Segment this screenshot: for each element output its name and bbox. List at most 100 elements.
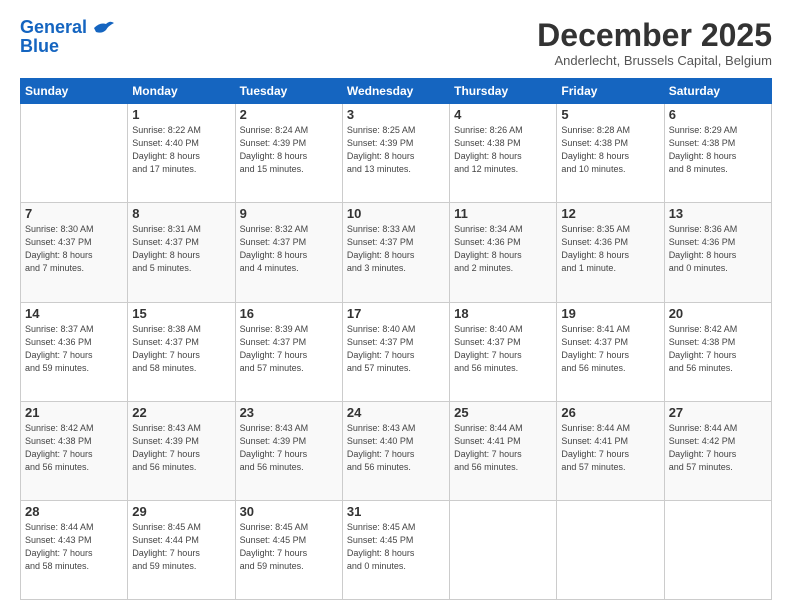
calendar-cell-w1-d4: 3 Sunrise: 8:25 AM Sunset: 4:39 PM Daylig… xyxy=(342,104,449,203)
calendar-cell-w3-d6: 19 Sunrise: 8:41 AM Sunset: 4:37 PM Dayli… xyxy=(557,302,664,401)
day-info: Sunrise: 8:42 AM Sunset: 4:38 PM Dayligh… xyxy=(25,422,123,474)
calendar-header-row: Sunday Monday Tuesday Wednesday Thursday… xyxy=(21,79,772,104)
day-number: 18 xyxy=(454,306,552,321)
day-info: Sunrise: 8:45 AM Sunset: 4:45 PM Dayligh… xyxy=(347,521,445,573)
calendar-week-2: 7Sunrise: 8:30 AM Sunset: 4:37 PM Daylig… xyxy=(21,203,772,302)
day-number: 8 xyxy=(132,206,230,221)
title-block: December 2025 Anderlecht, Brussels Capit… xyxy=(537,18,772,68)
col-sunday: Sunday xyxy=(21,79,128,104)
calendar-cell-w5-d3: 30 Sunrise: 8:45 AM Sunset: 4:45 PM Dayli… xyxy=(235,500,342,599)
calendar-week-4: 21 Sunrise: 8:42 AM Sunset: 4:38 PM Dayli… xyxy=(21,401,772,500)
day-info: Sunrise: 8:31 AM Sunset: 4:37 PM Dayligh… xyxy=(132,223,230,275)
day-info: Sunrise: 8:41 AM Sunset: 4:37 PM Dayligh… xyxy=(561,323,659,375)
day-number: 6 xyxy=(669,107,767,122)
calendar-cell-w4-d7: 27 Sunrise: 8:44 AM Sunset: 4:42 PM Dayli… xyxy=(664,401,771,500)
day-info: Sunrise: 8:35 AM Sunset: 4:36 PM Dayligh… xyxy=(561,223,659,275)
calendar-cell-w5-d4: 31Sunrise: 8:45 AM Sunset: 4:45 PM Dayli… xyxy=(342,500,449,599)
logo: General Blue xyxy=(20,18,114,57)
day-number: 14 xyxy=(25,306,123,321)
day-number: 26 xyxy=(561,405,659,420)
day-info: Sunrise: 8:28 AM Sunset: 4:38 PM Dayligh… xyxy=(561,124,659,176)
day-number: 29 xyxy=(132,504,230,519)
calendar-cell-w3-d5: 18 Sunrise: 8:40 AM Sunset: 4:37 PM Dayli… xyxy=(450,302,557,401)
header: General Blue December 2025 Anderlecht, B… xyxy=(20,18,772,68)
day-info: Sunrise: 8:25 AM Sunset: 4:39 PM Dayligh… xyxy=(347,124,445,176)
day-info: Sunrise: 8:42 AM Sunset: 4:38 PM Dayligh… xyxy=(669,323,767,375)
day-info: Sunrise: 8:40 AM Sunset: 4:37 PM Dayligh… xyxy=(347,323,445,375)
day-info: Sunrise: 8:38 AM Sunset: 4:37 PM Dayligh… xyxy=(132,323,230,375)
day-info: Sunrise: 8:44 AM Sunset: 4:41 PM Dayligh… xyxy=(454,422,552,474)
day-info: Sunrise: 8:36 AM Sunset: 4:36 PM Dayligh… xyxy=(669,223,767,275)
month-title: December 2025 xyxy=(537,18,772,53)
calendar-cell-w5-d6 xyxy=(557,500,664,599)
day-number: 20 xyxy=(669,306,767,321)
calendar-cell-w2-d4: 10Sunrise: 8:33 AM Sunset: 4:37 PM Dayli… xyxy=(342,203,449,302)
calendar-cell-w1-d6: 5 Sunrise: 8:28 AM Sunset: 4:38 PM Daylig… xyxy=(557,104,664,203)
calendar-cell-w1-d2: 1 Sunrise: 8:22 AM Sunset: 4:40 PM Daylig… xyxy=(128,104,235,203)
day-number: 21 xyxy=(25,405,123,420)
day-number: 4 xyxy=(454,107,552,122)
page: General Blue December 2025 Anderlecht, B… xyxy=(0,0,792,612)
col-friday: Friday xyxy=(557,79,664,104)
calendar-week-5: 28Sunrise: 8:44 AM Sunset: 4:43 PM Dayli… xyxy=(21,500,772,599)
day-number: 30 xyxy=(240,504,338,519)
calendar-table: Sunday Monday Tuesday Wednesday Thursday… xyxy=(20,78,772,600)
day-number: 12 xyxy=(561,206,659,221)
day-number: 9 xyxy=(240,206,338,221)
day-number: 24 xyxy=(347,405,445,420)
calendar-cell-w2-d3: 9 Sunrise: 8:32 AM Sunset: 4:37 PM Daylig… xyxy=(235,203,342,302)
col-thursday: Thursday xyxy=(450,79,557,104)
day-info: Sunrise: 8:43 AM Sunset: 4:40 PM Dayligh… xyxy=(347,422,445,474)
day-number: 15 xyxy=(132,306,230,321)
day-info: Sunrise: 8:34 AM Sunset: 4:36 PM Dayligh… xyxy=(454,223,552,275)
day-info: Sunrise: 8:40 AM Sunset: 4:37 PM Dayligh… xyxy=(454,323,552,375)
calendar-cell-w1-d3: 2 Sunrise: 8:24 AM Sunset: 4:39 PM Daylig… xyxy=(235,104,342,203)
day-info: Sunrise: 8:45 AM Sunset: 4:45 PM Dayligh… xyxy=(240,521,338,573)
day-number: 5 xyxy=(561,107,659,122)
calendar-cell-w4-d1: 21 Sunrise: 8:42 AM Sunset: 4:38 PM Dayli… xyxy=(21,401,128,500)
day-info: Sunrise: 8:44 AM Sunset: 4:42 PM Dayligh… xyxy=(669,422,767,474)
calendar-week-3: 14 Sunrise: 8:37 AM Sunset: 4:36 PM Dayli… xyxy=(21,302,772,401)
logo-blue: Blue xyxy=(20,36,59,57)
calendar-cell-w5-d5 xyxy=(450,500,557,599)
calendar-cell-w2-d2: 8 Sunrise: 8:31 AM Sunset: 4:37 PM Daylig… xyxy=(128,203,235,302)
calendar-cell-w3-d2: 15 Sunrise: 8:38 AM Sunset: 4:37 PM Dayli… xyxy=(128,302,235,401)
day-number: 3 xyxy=(347,107,445,122)
day-info: Sunrise: 8:43 AM Sunset: 4:39 PM Dayligh… xyxy=(132,422,230,474)
day-number: 23 xyxy=(240,405,338,420)
calendar-week-1: 1 Sunrise: 8:22 AM Sunset: 4:40 PM Daylig… xyxy=(21,104,772,203)
day-info: Sunrise: 8:24 AM Sunset: 4:39 PM Dayligh… xyxy=(240,124,338,176)
day-number: 28 xyxy=(25,504,123,519)
calendar-cell-w4-d2: 22 Sunrise: 8:43 AM Sunset: 4:39 PM Dayli… xyxy=(128,401,235,500)
day-number: 22 xyxy=(132,405,230,420)
calendar-cell-w1-d5: 4Sunrise: 8:26 AM Sunset: 4:38 PM Daylig… xyxy=(450,104,557,203)
day-number: 19 xyxy=(561,306,659,321)
calendar-cell-w4-d6: 26Sunrise: 8:44 AM Sunset: 4:41 PM Dayli… xyxy=(557,401,664,500)
calendar-cell-w2-d5: 11Sunrise: 8:34 AM Sunset: 4:36 PM Dayli… xyxy=(450,203,557,302)
calendar-cell-w2-d7: 13Sunrise: 8:36 AM Sunset: 4:36 PM Dayli… xyxy=(664,203,771,302)
day-info: Sunrise: 8:22 AM Sunset: 4:40 PM Dayligh… xyxy=(132,124,230,176)
col-wednesday: Wednesday xyxy=(342,79,449,104)
calendar-cell-w3-d1: 14 Sunrise: 8:37 AM Sunset: 4:36 PM Dayli… xyxy=(21,302,128,401)
logo-bird-icon xyxy=(92,20,114,36)
day-number: 27 xyxy=(669,405,767,420)
col-monday: Monday xyxy=(128,79,235,104)
day-info: Sunrise: 8:37 AM Sunset: 4:36 PM Dayligh… xyxy=(25,323,123,375)
day-number: 1 xyxy=(132,107,230,122)
logo-general: General xyxy=(20,17,87,37)
calendar-cell-w4-d4: 24 Sunrise: 8:43 AM Sunset: 4:40 PM Dayli… xyxy=(342,401,449,500)
day-number: 7 xyxy=(25,206,123,221)
day-number: 2 xyxy=(240,107,338,122)
calendar-cell-w2-d1: 7Sunrise: 8:30 AM Sunset: 4:37 PM Daylig… xyxy=(21,203,128,302)
day-number: 17 xyxy=(347,306,445,321)
calendar-cell-w3-d4: 17 Sunrise: 8:40 AM Sunset: 4:37 PM Dayli… xyxy=(342,302,449,401)
col-saturday: Saturday xyxy=(664,79,771,104)
day-info: Sunrise: 8:33 AM Sunset: 4:37 PM Dayligh… xyxy=(347,223,445,275)
calendar-cell-w5-d7 xyxy=(664,500,771,599)
day-number: 25 xyxy=(454,405,552,420)
day-info: Sunrise: 8:43 AM Sunset: 4:39 PM Dayligh… xyxy=(240,422,338,474)
day-info: Sunrise: 8:45 AM Sunset: 4:44 PM Dayligh… xyxy=(132,521,230,573)
day-info: Sunrise: 8:32 AM Sunset: 4:37 PM Dayligh… xyxy=(240,223,338,275)
calendar-cell-w1-d1 xyxy=(21,104,128,203)
day-info: Sunrise: 8:29 AM Sunset: 4:38 PM Dayligh… xyxy=(669,124,767,176)
